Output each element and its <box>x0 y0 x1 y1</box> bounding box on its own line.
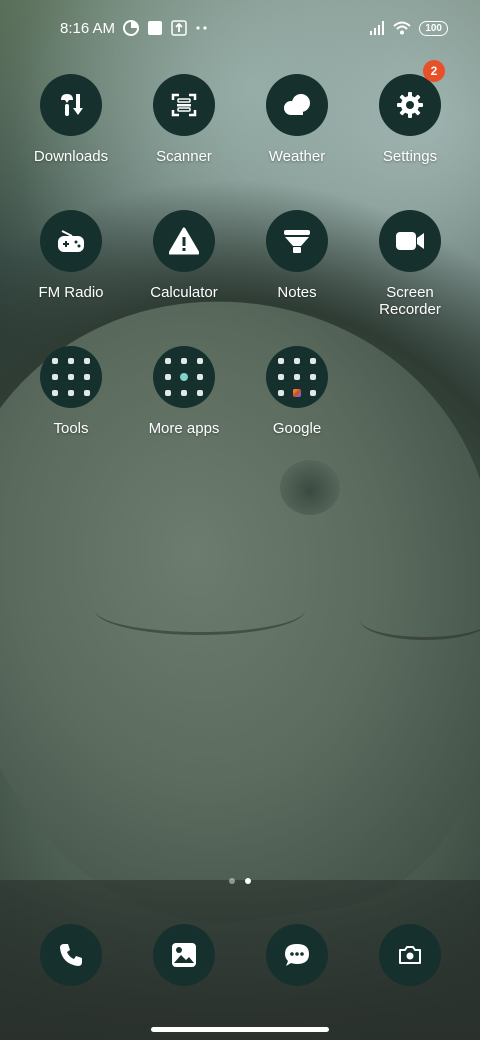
dock-gallery[interactable] <box>153 924 215 986</box>
app-settings[interactable]: 2 Settings <box>354 60 466 165</box>
app-label: Notes <box>277 284 317 301</box>
app-label: Calculator <box>150 284 218 301</box>
wallpaper-detail <box>280 460 340 515</box>
more-dots-icon <box>195 25 209 31</box>
app-label: Settings <box>382 148 438 165</box>
folder-icon <box>266 346 328 408</box>
dock-messages[interactable] <box>266 924 328 986</box>
status-bar: 8:16 AM 100 <box>0 0 480 56</box>
app-label: More apps <box>148 420 220 437</box>
page-dot[interactable] <box>229 878 235 884</box>
wallpaper-detail <box>360 600 480 640</box>
dock-camera[interactable] <box>379 924 441 986</box>
camera-icon <box>399 946 421 964</box>
weather-icon <box>266 74 328 136</box>
folder-icon <box>40 346 102 408</box>
fm-radio-icon <box>40 210 102 272</box>
signal-icon <box>369 21 385 35</box>
upload-icon <box>171 20 187 36</box>
app-weather[interactable]: Weather <box>241 74 353 165</box>
home-gesture-bar[interactable] <box>151 1027 329 1032</box>
dock <box>0 924 480 988</box>
app-screen-recorder[interactable]: Screen Recorder <box>354 210 466 318</box>
folder-more-apps[interactable]: More apps <box>128 346 240 437</box>
folder-google[interactable]: Google <box>241 346 353 437</box>
app-label: FM Radio <box>38 284 104 301</box>
phone-icon <box>60 944 82 966</box>
messages-icon <box>285 944 309 966</box>
notification-badge: 2 <box>423 60 445 82</box>
folder-icon <box>153 346 215 408</box>
app-label: Downloads <box>33 148 109 165</box>
screen-recorder-icon <box>379 210 441 272</box>
gallery-icon <box>172 943 196 967</box>
downloads-icon <box>40 74 102 136</box>
app-label: Screen Recorder <box>379 284 441 318</box>
wallpaper-detail <box>95 585 305 635</box>
app-label: Scanner <box>156 148 212 165</box>
app-label: Tools <box>53 420 89 437</box>
page-indicator[interactable] <box>0 878 480 884</box>
app-calculator[interactable]: Calculator <box>128 210 240 301</box>
wifi-icon <box>393 21 411 35</box>
scanner-icon <box>153 74 215 136</box>
square-notification-icon <box>147 20 163 36</box>
settings-gear-icon: 2 <box>379 60 445 136</box>
app-label: Weather <box>268 148 326 165</box>
battery-icon: 100 <box>419 20 448 36</box>
calculator-icon <box>153 210 215 272</box>
app-downloads[interactable]: Downloads <box>15 74 127 165</box>
app-scanner[interactable]: Scanner <box>128 74 240 165</box>
app-notes[interactable]: Notes <box>241 210 353 301</box>
folder-tools[interactable]: Tools <box>15 346 127 437</box>
app-label: Google <box>272 420 322 437</box>
notes-icon <box>266 210 328 272</box>
dock-phone[interactable] <box>40 924 102 986</box>
clock: 8:16 AM <box>60 19 116 37</box>
data-saver-icon <box>123 20 140 36</box>
page-dot-active[interactable] <box>245 878 251 884</box>
app-fm-radio[interactable]: FM Radio <box>15 210 127 301</box>
